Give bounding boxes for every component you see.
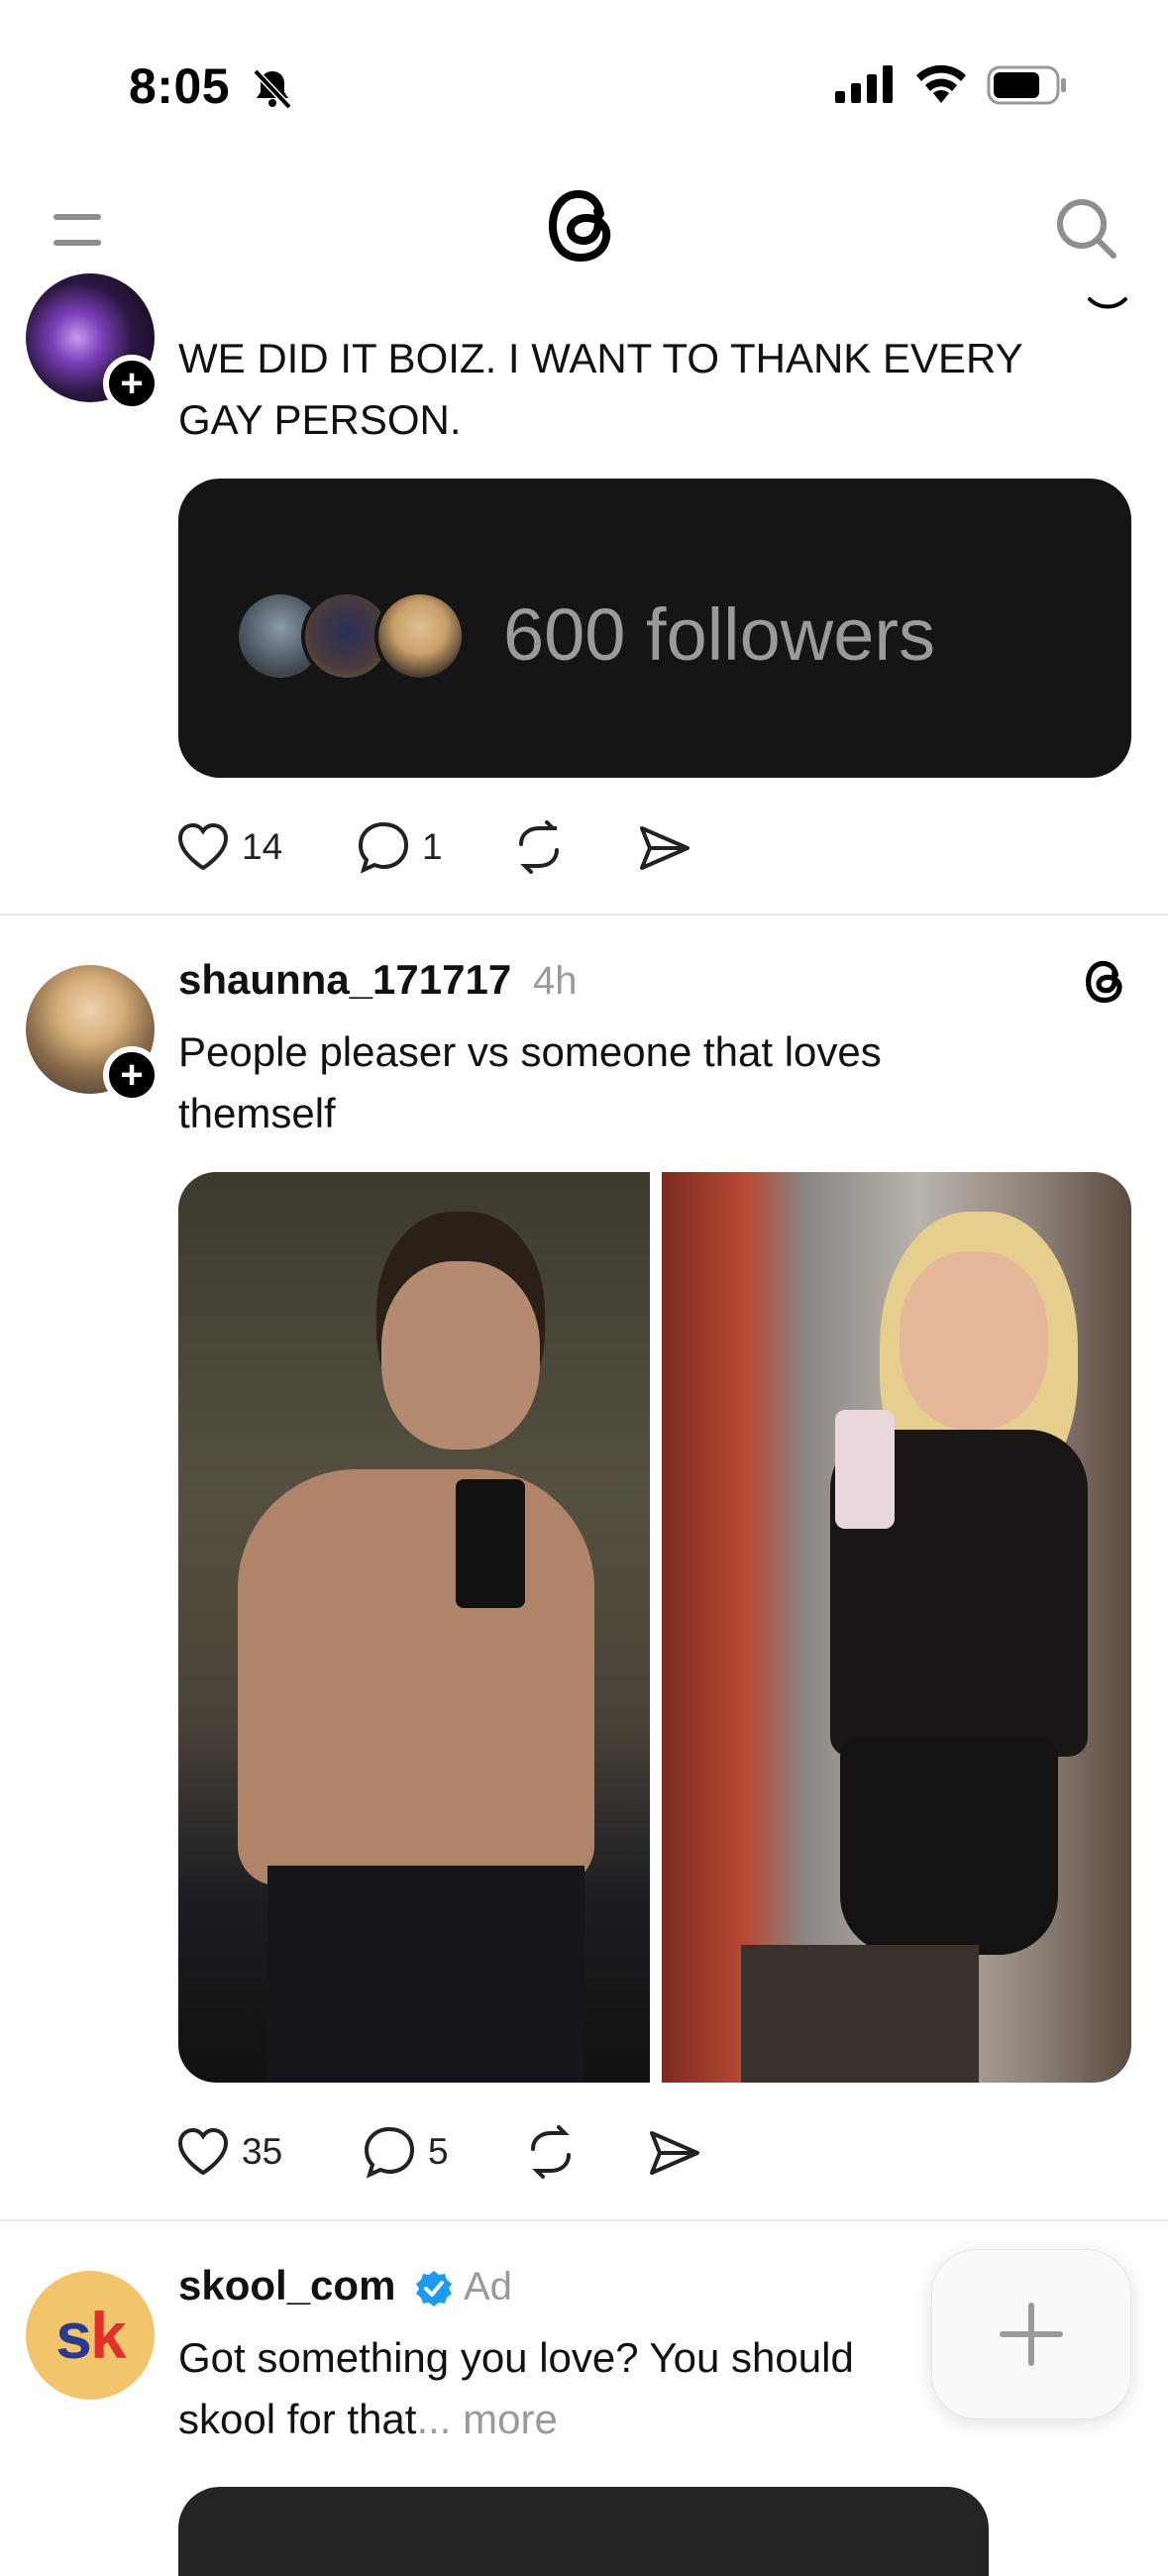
plus-icon xyxy=(1000,2303,1063,2366)
post-time: 4h xyxy=(533,959,578,1003)
comment-icon[interactable] xyxy=(363,2125,416,2179)
post-text: Got something you love? You should xyxy=(178,2334,854,2381)
post-text: People pleaser vs someone that loves xyxy=(178,1028,882,1075)
signal-icon xyxy=(835,65,893,103)
ellipsis: ... xyxy=(416,2396,452,2442)
wifi-icon xyxy=(916,64,966,103)
reply-count: 1 xyxy=(422,826,443,867)
avatar-logo-text: sk xyxy=(55,2299,126,2372)
post-divider xyxy=(0,2219,1168,2221)
threads-mark-icon[interactable] xyxy=(1084,957,1127,1007)
username[interactable]: shaunna_171717 xyxy=(178,956,511,1004)
post-text-line2: themself xyxy=(178,1090,336,1136)
comment-icon[interactable] xyxy=(357,820,410,874)
follow-plus-button[interactable]: + xyxy=(103,355,160,412)
post-text: WE DID IT BOIZ. I WANT TO THANK EVERY xyxy=(178,335,1023,381)
followers-count: 600 followers xyxy=(503,593,936,676)
search-icon[interactable] xyxy=(1052,194,1119,262)
follower-avatar xyxy=(374,590,466,682)
battery-icon xyxy=(987,65,1066,105)
post-image-left[interactable] xyxy=(178,1172,650,2083)
avatar[interactable]: sk xyxy=(26,2271,155,2400)
post-divider xyxy=(0,913,1168,915)
more-options-icon[interactable] xyxy=(1086,295,1129,313)
threads-logo-icon[interactable] xyxy=(545,184,620,268)
heart-icon[interactable] xyxy=(176,822,230,872)
ad-label: Ad xyxy=(464,2265,512,2308)
reply-count: 5 xyxy=(428,2131,449,2172)
post-text-tail: skool for that xyxy=(178,2396,417,2442)
share-icon[interactable] xyxy=(648,2129,701,2177)
status-time: 8:05 xyxy=(129,58,231,114)
like-count: 35 xyxy=(242,2131,283,2172)
repost-icon[interactable] xyxy=(523,2125,579,2179)
more-link[interactable]: more xyxy=(463,2396,558,2442)
username[interactable]: skool_com xyxy=(178,2262,395,2309)
like-count: 14 xyxy=(242,826,283,867)
post-text-line2: skool for that... more xyxy=(178,2389,558,2450)
bell-slash-icon xyxy=(253,68,292,110)
verified-icon xyxy=(416,2271,452,2307)
menu-icon[interactable] xyxy=(52,212,103,250)
post-text-line2: GAY PERSON. xyxy=(178,396,462,443)
share-icon[interactable] xyxy=(638,824,691,872)
ad-media-card[interactable] xyxy=(178,2487,989,2576)
repost-icon[interactable] xyxy=(511,820,567,874)
heart-icon[interactable] xyxy=(176,2127,230,2177)
follow-plus-button[interactable]: + xyxy=(103,1046,160,1104)
new-post-button[interactable] xyxy=(931,2249,1131,2419)
post-image-right[interactable] xyxy=(662,1172,1131,2083)
